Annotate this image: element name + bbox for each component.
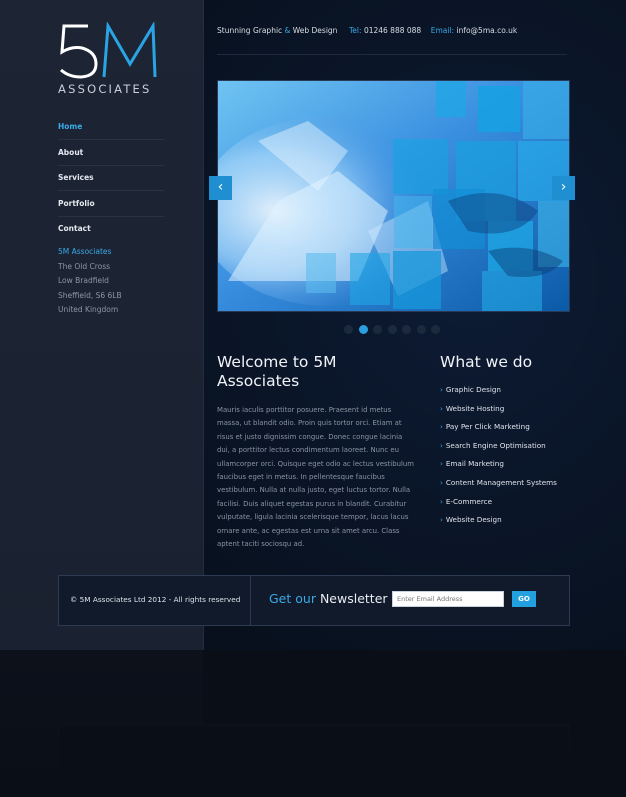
tagline: Stunning Graphic & Web Design: [217, 26, 337, 35]
main-nav: Home About Services Portfolio Contact: [58, 115, 164, 242]
service-item[interactable]: › Graphic Design: [440, 385, 600, 404]
footer-bar: © 5M Associates Ltd 2012 - All rights re…: [58, 575, 570, 626]
image-slider[interactable]: [217, 80, 570, 312]
what-we-do-title: What we do: [440, 353, 533, 371]
service-label: Website Design: [445, 515, 502, 525]
service-label: Email Marketing: [445, 459, 504, 469]
email-value[interactable]: info@5ma.co.uk: [456, 26, 517, 35]
tagline-part-1: Stunning Graphic: [217, 26, 283, 35]
nav-item-about[interactable]: About: [58, 141, 164, 166]
service-label: Website Hosting: [445, 403, 505, 413]
service-item[interactable]: › Website Hosting: [440, 404, 600, 423]
service-item[interactable]: › Pay Per Click Marketing: [440, 422, 600, 441]
sidebar: ASSOCIATES Home About Services Portfolio…: [0, 0, 204, 650]
chevron-right-icon: ›: [440, 515, 443, 525]
service-item[interactable]: › Search Engine Optimisation: [440, 441, 600, 460]
service-label: Pay Per Click Marketing: [445, 422, 530, 432]
newsletter-get: Get our: [269, 591, 316, 606]
service-label: Content Management Systems: [445, 477, 557, 487]
slider-prev-button[interactable]: ‹: [209, 176, 232, 200]
slider-dot[interactable]: [402, 325, 411, 334]
nav-item-portfolio[interactable]: Portfolio: [58, 192, 164, 217]
newsletter-word: Newsletter: [319, 591, 388, 606]
service-item[interactable]: › Content Management Systems: [440, 478, 600, 497]
chevron-left-icon: ‹: [217, 179, 224, 195]
chevron-right-icon: ›: [440, 403, 443, 413]
address-line: Sheffield, S6 6LB: [58, 290, 122, 300]
chevron-right-icon: ›: [440, 477, 443, 487]
service-item[interactable]: › Website Design: [440, 515, 600, 534]
welcome-body: Mauris iaculis porttitor posuere. Praese…: [217, 406, 414, 549]
reflection-fade: [0, 650, 626, 797]
service-item[interactable]: › E-Commerce: [440, 497, 600, 516]
newsletter-go-button[interactable]: GO: [512, 591, 536, 607]
address-org: 5M Associates: [58, 247, 112, 256]
logo-text: ASSOCIATES: [58, 82, 152, 96]
slider-dots: [344, 319, 446, 334]
service-label: Search Engine Optimisation: [445, 440, 546, 450]
copyright: © 5M Associates Ltd 2012 - All rights re…: [70, 595, 241, 604]
slider-next-button[interactable]: ›: [552, 176, 575, 200]
slider-dot-active[interactable]: [358, 325, 368, 334]
address-line: The Old Cross: [58, 261, 111, 271]
email-label: Email:: [430, 26, 455, 35]
nav-item-home[interactable]: Home: [58, 115, 164, 140]
slider-dot[interactable]: [431, 325, 440, 334]
page: ASSOCIATES Home About Services Portfolio…: [0, 0, 626, 797]
slider-dot[interactable]: [387, 325, 397, 334]
address-block: 5M Associates The Old Cross Low Bradfiel…: [58, 245, 122, 318]
tel-label: Tel:: [349, 26, 362, 35]
nav-item-services[interactable]: Services: [58, 166, 164, 191]
newsletter-email-input[interactable]: [392, 591, 504, 607]
service-label: E-Commerce: [445, 496, 493, 506]
contact-info: Tel: 01246 888 088 Email: info@5ma.co.uk: [349, 26, 517, 35]
welcome-title: Welcome to 5M Associates: [217, 353, 337, 390]
service-label: Graphic Design: [445, 385, 501, 394]
tel-value[interactable]: 01246 888 088: [364, 26, 421, 35]
tagline-part-2: Web Design: [292, 26, 338, 35]
slider-dot[interactable]: [416, 325, 426, 334]
slider-dot[interactable]: [373, 325, 382, 334]
chevron-right-icon: ›: [440, 496, 443, 506]
slider-dot[interactable]: [344, 325, 353, 334]
newsletter-title: Get our Newsletter: [269, 591, 388, 606]
chevron-right-icon: ›: [440, 440, 443, 450]
page-reflection: [0, 650, 626, 797]
address-line: Low Bradfield: [58, 276, 109, 285]
slide-image: [218, 81, 569, 311]
chevron-right-icon: ›: [560, 179, 567, 195]
services-list: › Graphic Design › Website Hosting › Pay Pe…: [440, 385, 600, 534]
top-bar: Stunning Graphic & Web Design Tel: 01246…: [217, 24, 567, 55]
chevron-right-icon: ›: [440, 459, 443, 469]
service-item[interactable]: › Email Marketing: [440, 459, 600, 478]
chevron-right-icon: ›: [440, 422, 443, 432]
logo-five-icon: [60, 24, 98, 79]
chevron-right-icon: ›: [440, 385, 443, 394]
footer-divider: [250, 576, 251, 625]
address-line: United Kingdom: [58, 305, 119, 314]
tagline-amp: &: [284, 26, 291, 35]
logo-m-icon: [102, 22, 157, 78]
nav-item-contact[interactable]: Contact: [58, 217, 164, 241]
